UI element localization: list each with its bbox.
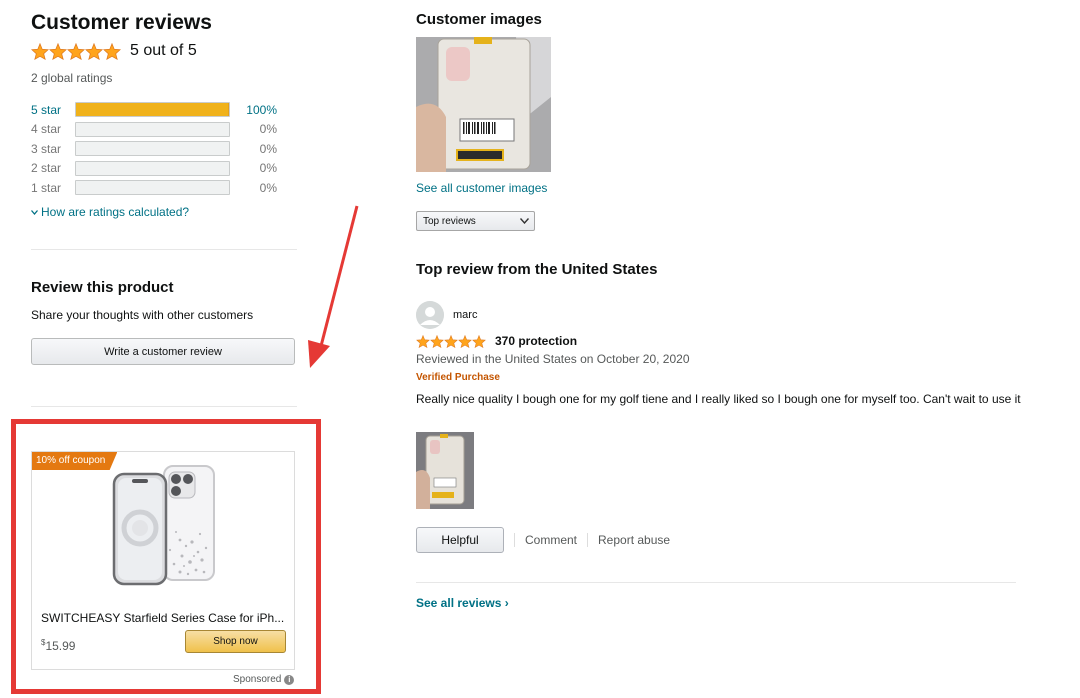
sort-dropdown[interactable]: Top reviews: [416, 211, 535, 231]
histogram-row-1: 1 star 0%: [31, 178, 297, 198]
histogram-percent: 0%: [259, 180, 277, 195]
star-icon: [430, 334, 444, 348]
review-image-thumbnail[interactable]: [416, 432, 474, 509]
see-all-reviews-label: See all reviews: [416, 596, 502, 610]
overall-rating-text: 5 out of 5: [130, 42, 197, 59]
helpful-button[interactable]: Helpful: [416, 527, 504, 553]
separator: [514, 533, 515, 547]
customer-reviews-title: Customer reviews: [31, 11, 212, 34]
histogram-row-2: 2 star 0%: [31, 159, 297, 179]
review-product-subtitle: Share your thoughts with other customers: [31, 308, 254, 322]
red-arrow-annotation: [308, 205, 359, 368]
top-review-title: Top review from the United States: [416, 261, 658, 278]
verified-purchase-badge: Verified Purchase: [416, 372, 500, 383]
histogram-row-3: 3 star 0%: [31, 139, 297, 159]
sort-dropdown-value: Top reviews: [423, 215, 476, 227]
histogram-bar: [75, 102, 230, 118]
ad-product-name[interactable]: SWITCHEASY Starfield Series Case for iPh…: [41, 611, 289, 625]
histogram-percent: 0%: [259, 141, 277, 156]
histogram-percent: 0%: [259, 122, 277, 137]
histogram-bar: [75, 180, 230, 196]
how-ratings-calculated-label: How are ratings calculated?: [41, 205, 190, 219]
reviewer-profile[interactable]: marc: [416, 301, 477, 329]
histogram-row-4: 4 star 0%: [31, 120, 297, 140]
histogram-bar: [75, 121, 230, 137]
user-avatar-icon: [416, 301, 444, 329]
global-ratings-count: 2 global ratings: [31, 71, 113, 85]
star-icon: [444, 334, 458, 348]
customer-photo-icon: [416, 37, 551, 172]
histogram-row-5[interactable]: 5 star 100%: [31, 100, 297, 120]
review-rating-line: 370 protection: [416, 334, 577, 348]
sponsored-label[interactable]: Sponsored i: [233, 674, 295, 685]
histogram-bar-fill: [76, 103, 229, 117]
coupon-badge: 10% off coupon: [32, 452, 118, 470]
how-ratings-calculated-link[interactable]: How are ratings calculated?: [31, 205, 189, 219]
star-icon: [416, 334, 430, 348]
star-icon: [49, 42, 67, 60]
divider: [416, 582, 1016, 583]
info-icon[interactable]: i: [284, 674, 295, 685]
histogram-label: 5 star: [31, 102, 62, 117]
avatar: [416, 301, 444, 329]
histogram-bar: [75, 160, 230, 176]
histogram-label: 3 star: [31, 141, 62, 156]
star-icon: [472, 334, 486, 348]
histogram-bar: [75, 141, 230, 157]
star-icon: [458, 334, 472, 348]
chevron-down-icon: [31, 209, 38, 215]
ad-price: $15.99: [41, 638, 75, 653]
review-photo-icon: [416, 432, 474, 509]
star-icon: [67, 42, 85, 60]
review-actions: Helpful Comment Report abuse: [416, 527, 670, 553]
chevron-down-icon: [520, 218, 529, 224]
divider: [31, 406, 297, 407]
rating-histogram: 5 star 100% 4 star 0% 3 star 0% 2 star 0…: [31, 100, 297, 198]
star-icon: [103, 42, 121, 60]
review-headline[interactable]: 370 protection: [495, 334, 577, 348]
review-body: Really nice quality I bough one for my g…: [416, 392, 1021, 406]
shop-now-button[interactable]: Shop now: [185, 630, 286, 653]
histogram-percent: 100%: [246, 102, 277, 117]
review-product-title: Review this product: [31, 279, 174, 296]
overall-stars: [31, 42, 121, 60]
product-image[interactable]: [110, 462, 230, 588]
comment-link[interactable]: Comment: [525, 533, 577, 547]
customer-images-title: Customer images: [416, 11, 542, 28]
sponsored-ad-card[interactable]: 10% off coupon SWITCHEASY Starfield Seri…: [31, 451, 295, 670]
report-abuse-link[interactable]: Report abuse: [598, 533, 670, 547]
histogram-label: 1 star: [31, 180, 62, 195]
star-icon: [85, 42, 103, 60]
chevron-right-icon: ›: [504, 596, 509, 610]
star-icon: [31, 42, 49, 60]
review-stars[interactable]: [416, 334, 486, 348]
write-review-button[interactable]: Write a customer review: [31, 338, 295, 365]
see-all-reviews-link[interactable]: See all reviews ›: [416, 596, 509, 610]
customer-image-thumbnail[interactable]: [416, 37, 551, 172]
price-value: 15.99: [45, 639, 76, 653]
see-all-customer-images-link[interactable]: See all customer images: [416, 181, 547, 195]
reviewer-name: marc: [453, 309, 478, 321]
review-date: Reviewed in the United States on October…: [416, 352, 690, 366]
histogram-label: 4 star: [31, 122, 62, 137]
divider: [31, 249, 297, 250]
overall-rating: 5 out of 5: [31, 40, 197, 62]
separator: [587, 533, 589, 547]
sponsored-text: Sponsored: [233, 674, 282, 685]
histogram-percent: 0%: [259, 161, 277, 176]
phone-case-icon: [112, 465, 215, 586]
histogram-label: 2 star: [31, 161, 62, 176]
